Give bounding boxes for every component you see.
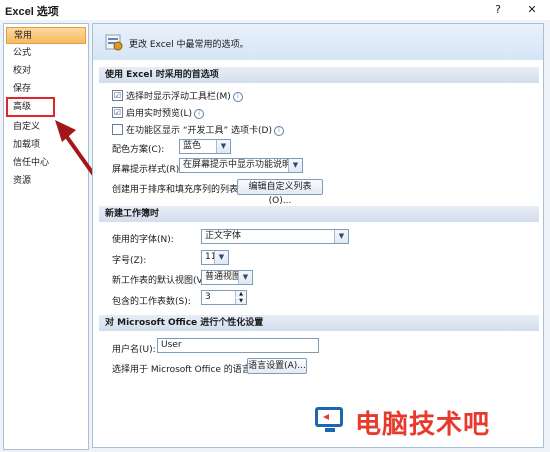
chevron-down-icon: ▼ xyxy=(334,230,348,243)
screentip-style-label: 屏幕提示样式(R): xyxy=(112,165,183,175)
language-label: 选择用于 Microsoft Office 的语言: xyxy=(112,365,254,375)
options-content: 更改 Excel 中最常用的选项。 使用 Excel 时采用的首选项 ☑ 选择时… xyxy=(92,23,544,448)
developer-tab-label: 在功能区显示 “开发工具” 选项卡(D) xyxy=(126,126,273,136)
floating-toolbar-option: 选择时显示浮动工具栏(M) i xyxy=(126,89,243,102)
language-settings-button[interactable]: 语言设置(A)... xyxy=(247,358,307,374)
sheet-count-spinner[interactable]: 3 ▲ ▼ xyxy=(201,290,247,305)
font-label: 使用的字体(N): xyxy=(112,235,174,245)
custom-list-label: 创建用于排序和填充序列的列表: xyxy=(112,185,242,195)
default-view-select[interactable]: 普通视图 ▼ xyxy=(201,270,253,285)
default-view-label: 新工作表的默认视图(V): xyxy=(112,276,210,286)
section-header-personalize: 对 Microsoft Office 进行个性化设置 xyxy=(99,315,539,331)
spinner-up-icon[interactable]: ▲ xyxy=(235,291,246,297)
floating-toolbar-label: 选择时显示浮动工具栏(M) xyxy=(126,92,231,102)
live-preview-option: 启用实时预览(L) i xyxy=(126,106,205,119)
chevron-down-icon: ▼ xyxy=(216,140,230,153)
section-header-new-workbook: 新建工作簿时 xyxy=(99,206,539,222)
default-view-value: 普通视图 xyxy=(205,272,242,282)
sheet-count-label: 包含的工作表数(S): xyxy=(112,297,191,307)
watermark-text: 电脑技术吧 xyxy=(355,410,491,440)
spinner-down-icon[interactable]: ▼ xyxy=(235,298,246,304)
section-header-preferences: 使用 Excel 时采用的首选项 xyxy=(99,67,539,83)
info-icon: i xyxy=(232,91,243,102)
username-label: 用户名(U): xyxy=(112,345,156,355)
color-scheme-value: 蓝色 xyxy=(183,141,202,151)
edit-custom-lists-button[interactable]: 编辑自定义列表(O)... xyxy=(237,179,323,206)
banner-text: 更改 Excel 中最常用的选项。 xyxy=(129,40,249,50)
banner: 更改 Excel 中最常用的选项。 xyxy=(93,24,543,60)
excel-options-dialog: Excel 选项 ? ✕ 常用 公式 校对 保存 高级 自定义 加载项 信任中心… xyxy=(0,0,550,452)
watermark-logo-icon xyxy=(315,407,343,432)
chevron-down-icon: ▼ xyxy=(288,159,302,172)
chevron-down-icon: ▼ xyxy=(214,251,228,264)
color-scheme-select[interactable]: 蓝色 ▼ xyxy=(179,139,231,154)
info-icon: i xyxy=(274,125,285,136)
font-value: 正文字体 xyxy=(205,231,242,241)
chevron-down-icon: ▼ xyxy=(238,271,252,284)
developer-tab-checkbox[interactable] xyxy=(112,124,123,135)
live-preview-checkbox[interactable]: ☑ xyxy=(112,107,123,118)
color-scheme-label: 配色方案(C): xyxy=(112,145,165,155)
developer-tab-option: 在功能区显示 “开发工具” 选项卡(D) i xyxy=(126,123,285,136)
font-size-label: 字号(Z): xyxy=(112,256,147,266)
screentip-style-select[interactable]: 在屏幕提示中显示功能说明 ▼ xyxy=(179,158,303,173)
info-icon: i xyxy=(194,108,205,119)
font-size-select[interactable]: 11 ▼ xyxy=(201,250,229,265)
live-preview-label: 启用实时预览(L) xyxy=(126,109,193,119)
floating-toolbar-checkbox[interactable]: ☑ xyxy=(112,90,123,101)
options-icon xyxy=(105,34,123,51)
sheet-count-value: 3 xyxy=(205,292,211,302)
username-field[interactable]: User xyxy=(157,338,319,353)
screentip-style-value: 在屏幕提示中显示功能说明 xyxy=(183,160,292,170)
font-select[interactable]: 正文字体 ▼ xyxy=(201,229,349,244)
